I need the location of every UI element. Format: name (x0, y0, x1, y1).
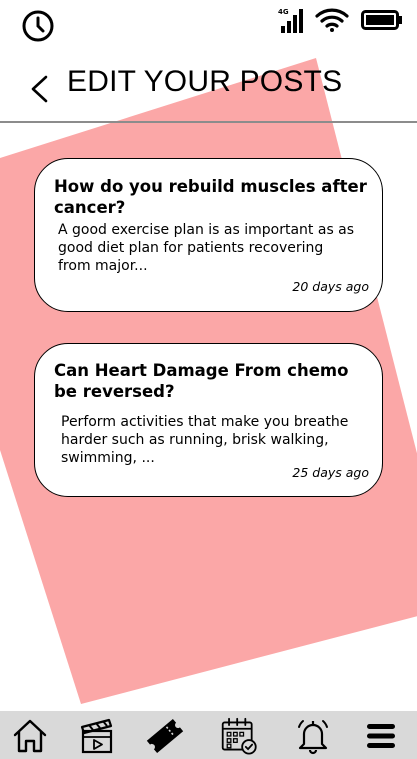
header-divider (0, 121, 417, 123)
post-card[interactable]: How do you rebuild muscles after cancer?… (34, 158, 383, 312)
wifi-icon (315, 8, 349, 32)
page-title: EDIT YOUR POSTS (67, 65, 343, 98)
post-date: 20 days ago (292, 279, 369, 294)
post-title: How do you rebuild muscles after cancer? (54, 177, 367, 217)
bottom-nav (0, 711, 417, 759)
cellular-signal-icon: 4G (278, 8, 303, 33)
post-date: 25 days ago (292, 465, 369, 480)
post-title: Can Heart Damage From chemo be reversed? (54, 361, 349, 401)
svg-text:4G: 4G (278, 8, 289, 16)
post-excerpt: Perform activities that make you breathe… (61, 414, 349, 466)
menu-icon[interactable] (362, 717, 400, 755)
header: EDIT YOUR POSTS (0, 55, 417, 121)
ticket-icon[interactable] (146, 717, 184, 755)
battery-icon (361, 10, 402, 30)
status-bar: 4G (0, 0, 417, 50)
home-icon[interactable] (11, 717, 49, 755)
bell-icon[interactable] (294, 717, 332, 755)
chevron-left-icon[interactable] (28, 75, 50, 103)
calendar-check-icon[interactable] (220, 717, 258, 755)
post-excerpt: A good exercise plan is as important as … (58, 222, 355, 274)
clock-icon (22, 10, 54, 42)
post-card[interactable]: Can Heart Damage From chemo be reversed?… (34, 343, 383, 497)
video-clapperboard-icon[interactable] (78, 717, 116, 755)
